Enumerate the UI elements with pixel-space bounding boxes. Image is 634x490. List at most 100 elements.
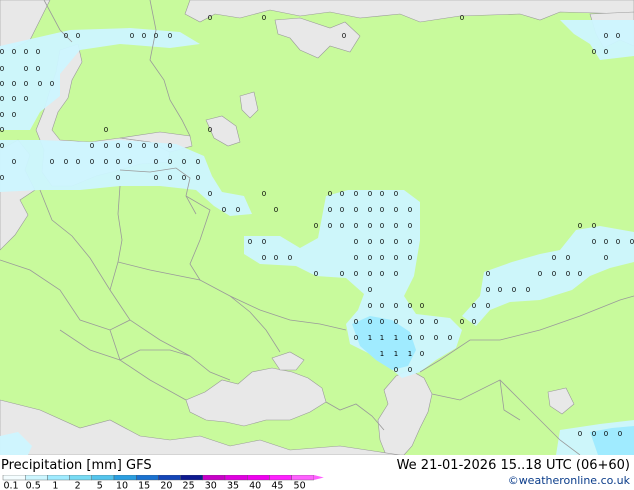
precip-marker: 0 (328, 190, 332, 198)
precip-marker: 0 (566, 270, 570, 278)
precip-marker: 0 (354, 318, 358, 326)
legend-swatch (224, 475, 248, 481)
precip-marker: 0 (208, 14, 212, 22)
precip-marker: 0 (434, 334, 438, 342)
precip-marker: 0 (604, 32, 608, 40)
precip-marker: 0 (592, 222, 596, 230)
precip-marker: 0 (154, 158, 158, 166)
legend-swatch (2, 475, 26, 481)
precip-marker: 0 (512, 286, 516, 294)
precip-marker: 0 (116, 142, 120, 150)
precip-marker: 1 (408, 350, 412, 358)
precip-marker: 0 (288, 254, 292, 262)
precip-marker: 0 (408, 222, 412, 230)
precip-marker: 0 (592, 238, 596, 246)
precip-marker: 0 (0, 65, 4, 73)
precip-marker: 0 (380, 190, 384, 198)
precip-marker: 0 (434, 318, 438, 326)
legend-swatch (47, 475, 70, 481)
precip-marker: 0 (354, 334, 358, 342)
precip-marker: 0 (342, 32, 346, 40)
legend-tick-label: 10 (116, 481, 128, 490)
precip-marker: 0 (354, 190, 358, 198)
legend-tick-label: 45 (271, 481, 283, 490)
precip-marker: 0 (578, 430, 582, 438)
precip-marker: 0 (262, 190, 266, 198)
legend-swatch (113, 475, 137, 481)
precip-marker: 0 (248, 238, 252, 246)
precip-marker: 0 (368, 286, 372, 294)
precip-marker: 0 (552, 254, 556, 262)
precip-marker: 0 (448, 334, 452, 342)
legend-tick-label: 35 (227, 481, 239, 490)
precip-marker: 0 (354, 270, 358, 278)
legend-swatch (246, 475, 270, 481)
precip-marker: 0 (394, 366, 398, 374)
precip-marker: 0 (168, 158, 172, 166)
precip-marker: 0 (604, 430, 608, 438)
precipitation-legend: 0.1 0.5 1 2 5 10 15 20 25 30 35 40 45 50 (2, 475, 324, 490)
precip-marker: 0 (0, 95, 4, 103)
precip-marker: 0 (0, 111, 4, 119)
credit-link[interactable]: ©weatheronline.co.uk (508, 474, 630, 487)
legend-tick-label: 20 (160, 481, 172, 490)
precip-marker: 0 (408, 366, 412, 374)
precip-marker: 0 (394, 222, 398, 230)
legend-swatch (91, 475, 115, 481)
precip-marker: 0 (130, 32, 134, 40)
precip-marker: 0 (552, 270, 556, 278)
precip-marker: 0 (472, 318, 476, 326)
precip-marker: 0 (168, 32, 172, 40)
precip-marker: 0 (208, 126, 212, 134)
legend-swatch (158, 475, 181, 481)
precip-marker: 0 (420, 318, 424, 326)
precip-marker: 0 (394, 238, 398, 246)
precip-marker: 1 (380, 334, 384, 342)
legend-tick-label: 30 (205, 481, 217, 490)
precip-marker: 0 (592, 430, 596, 438)
precip-marker: 0 (128, 158, 132, 166)
precip-marker: 0 (0, 142, 4, 150)
precip-marker: 0 (128, 142, 132, 150)
precip-marker: 0 (262, 14, 266, 22)
precip-marker: 0 (604, 238, 608, 246)
precip-marker: 0 (104, 126, 108, 134)
precip-marker: 0 (592, 48, 596, 56)
precip-marker: 0 (486, 270, 490, 278)
legend-swatch (180, 475, 204, 481)
precipitation-map: 0 0 0 0 0 0 0 0 0 0 0 0 0 0 0 0 0 0 0 0 0 0 0 0 0 0 0 0 0 0 0 0 0 0 0 0 0 0 0 0… (0, 0, 634, 455)
precip-marker: 0 (408, 254, 412, 262)
map-footer: Precipitation [mm] GFS We 21-01-2026 15.… (0, 455, 634, 490)
precip-marker: 0 (314, 270, 318, 278)
precip-marker: 0 (104, 158, 108, 166)
precip-marker: 0 (408, 318, 412, 326)
precip-marker: 0 (394, 206, 398, 214)
precip-marker: 0 (354, 254, 358, 262)
precip-marker: 0 (368, 206, 372, 214)
precip-marker: 0 (262, 238, 266, 246)
precip-marker: 0 (394, 270, 398, 278)
precip-marker: 1 (394, 350, 398, 358)
precip-marker: 0 (368, 302, 372, 310)
precip-marker: 1 (368, 334, 372, 342)
precip-marker: 0 (380, 222, 384, 230)
precip-marker: 0 (328, 206, 332, 214)
precip-marker: 0 (12, 48, 16, 56)
precip-marker: 0 (328, 222, 332, 230)
precip-marker: 0 (380, 302, 384, 310)
precip-marker: 0 (24, 65, 28, 73)
precip-marker: 0 (340, 222, 344, 230)
precip-marker: 0 (0, 174, 4, 182)
precip-marker: 0 (354, 238, 358, 246)
precip-marker: 0 (616, 238, 620, 246)
precip-marker: 0 (420, 350, 424, 358)
legend-tick-label: 50 (294, 481, 306, 490)
precip-marker: 0 (90, 158, 94, 166)
precip-marker: 0 (408, 206, 412, 214)
precip-marker: 0 (12, 80, 16, 88)
precip-marker: 0 (604, 48, 608, 56)
precip-marker: 0 (354, 206, 358, 214)
precip-marker: 0 (408, 334, 412, 342)
precip-marker: 0 (154, 32, 158, 40)
precip-marker: 0 (76, 32, 80, 40)
